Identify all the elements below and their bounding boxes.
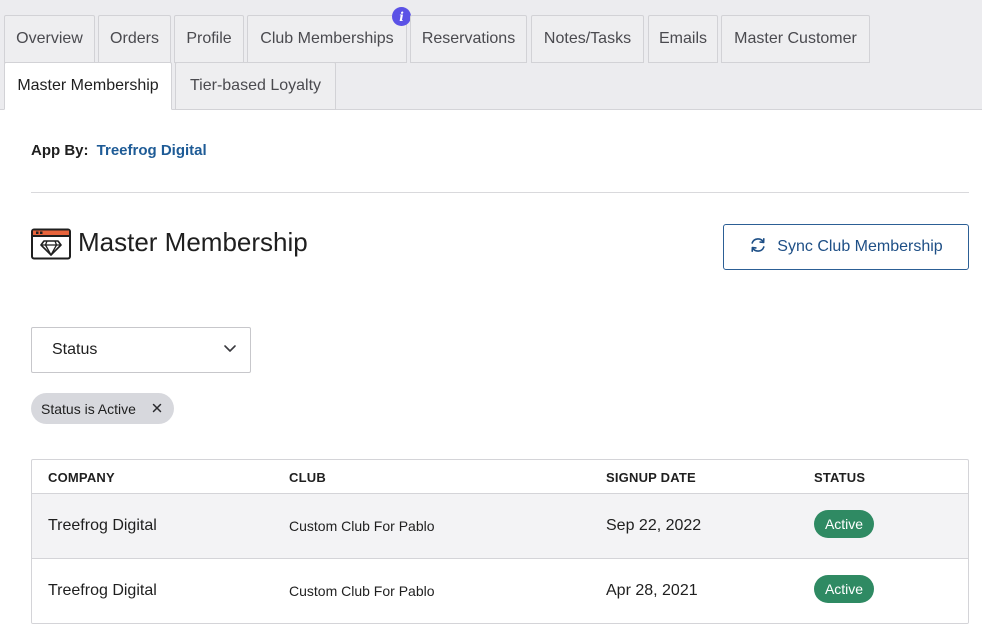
table-row[interactable]: Treefrog Digital Custom Club For Pablo A… — [32, 559, 968, 623]
tab-emails[interactable]: Emails — [648, 15, 718, 63]
tab-orders[interactable]: Orders — [98, 15, 171, 63]
app-by-label: App By: — [31, 142, 89, 159]
divider — [31, 192, 969, 193]
tab-label: Notes/Tasks — [543, 30, 632, 47]
status-filter-select[interactable]: Status — [31, 327, 251, 373]
status-badge: Active — [814, 510, 874, 538]
sync-icon — [749, 236, 767, 259]
cell-signup-date: Apr 28, 2021 — [606, 582, 698, 599]
membership-table: COMPANY CLUB SIGNUP DATE STATUS Treefrog… — [31, 459, 969, 624]
close-icon[interactable] — [148, 399, 166, 417]
cell-company: Treefrog Digital — [48, 582, 157, 599]
column-header-signup-date[interactable]: SIGNUP DATE — [606, 470, 696, 485]
tab-notes-tasks[interactable]: Notes/Tasks — [531, 15, 644, 63]
app-by-line: App By: Treefrog Digital — [31, 142, 207, 159]
chevron-down-icon — [222, 340, 238, 361]
tab-label: Profile — [186, 30, 232, 47]
status-badge: Active — [814, 575, 874, 603]
column-header-status[interactable]: STATUS — [814, 470, 865, 485]
page-title: Master Membership — [78, 227, 308, 257]
info-badge-icon: i — [392, 7, 411, 26]
cell-signup-date: Sep 22, 2022 — [606, 517, 702, 534]
cell-club: Custom Club For Pablo — [289, 583, 435, 599]
tab-label: Overview — [16, 30, 83, 47]
tab-label: Master Membership — [17, 77, 159, 94]
tab-overview[interactable]: Overview — [4, 15, 95, 63]
tab-label: Reservations — [421, 30, 516, 47]
tab-label: Club Memberships — [260, 30, 394, 47]
table-row[interactable]: Treefrog Digital Custom Club For Pablo S… — [32, 494, 968, 559]
filter-chip-status-active: Status is Active — [31, 393, 174, 424]
tab-profile[interactable]: Profile — [174, 15, 244, 63]
filter-chip-label: Status is Active — [41, 400, 136, 417]
table-header: COMPANY CLUB SIGNUP DATE STATUS — [32, 460, 968, 494]
vendor-link[interactable]: Treefrog Digital — [97, 142, 207, 159]
tab-label: Orders — [110, 30, 159, 47]
tab-club-memberships[interactable]: Club Memberships i — [247, 7, 411, 63]
column-header-company[interactable]: COMPANY — [48, 470, 115, 485]
tab-label: Emails — [658, 30, 707, 47]
sync-button-label: Sync Club Membership — [777, 238, 943, 255]
tab-label: Master Customer — [734, 30, 857, 47]
tab-tier-based-loyalty[interactable]: Tier-based Loyalty — [175, 62, 336, 110]
tab-reservations[interactable]: Reservations — [410, 15, 527, 63]
cell-club: Custom Club For Pablo — [289, 518, 435, 534]
tab-master-membership[interactable]: Master Membership — [4, 62, 172, 110]
membership-diamond-icon — [31, 228, 71, 260]
sync-club-membership-button[interactable]: Sync Club Membership — [723, 224, 969, 270]
tab-master-customer[interactable]: Master Customer — [721, 15, 870, 63]
tab-bar: Overview Orders Profile Club Memberships… — [0, 0, 982, 110]
column-header-club[interactable]: CLUB — [289, 470, 326, 485]
cell-company: Treefrog Digital — [48, 517, 157, 534]
status-select-value: Status — [52, 341, 98, 358]
tab-label: Tier-based Loyalty — [189, 77, 322, 94]
